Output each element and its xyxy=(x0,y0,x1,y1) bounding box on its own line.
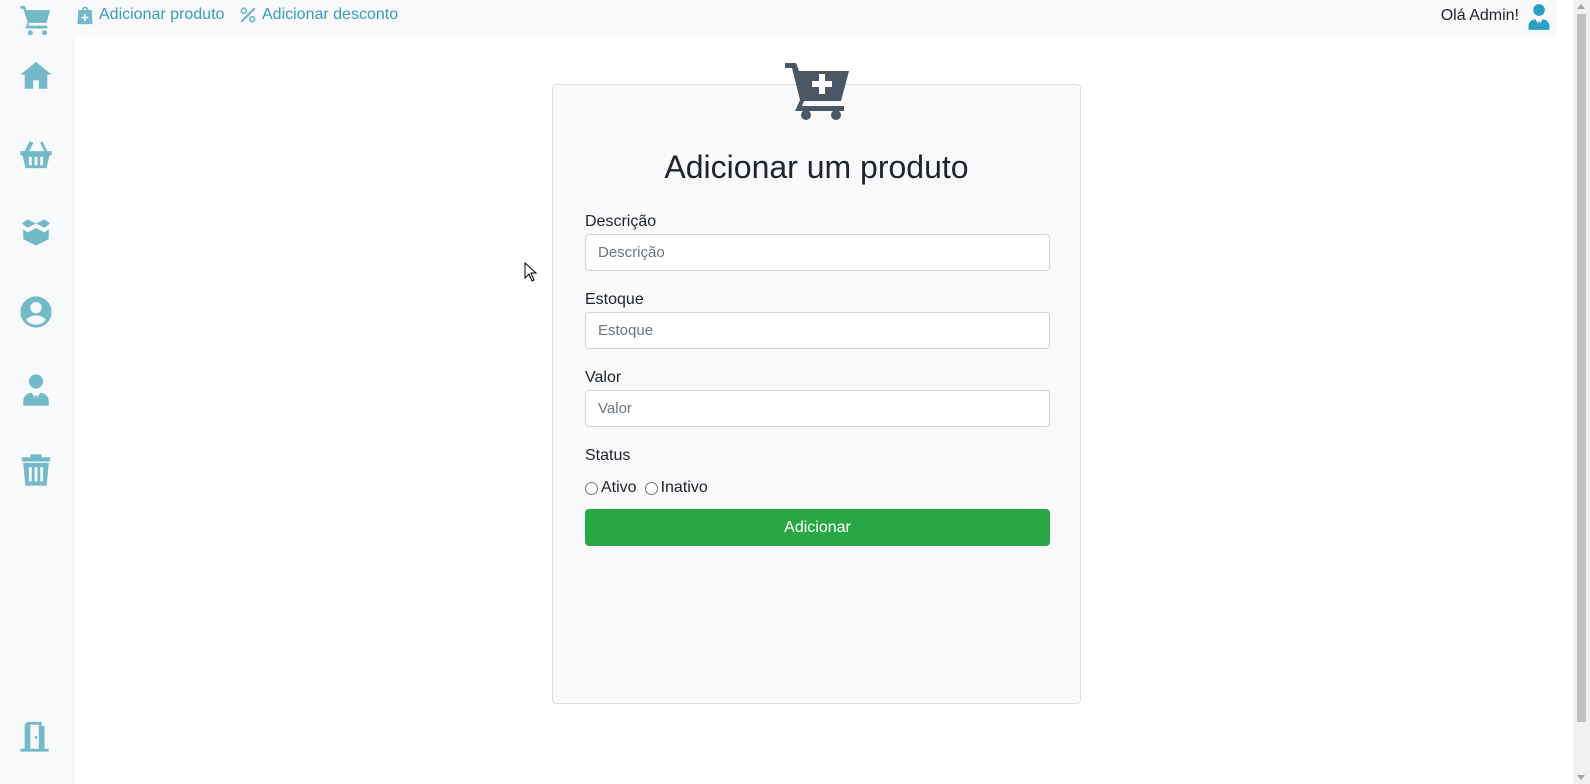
top-navbar: Adicionar produto Adicionar desconto Olá… xyxy=(75,0,1557,36)
mouse-cursor-icon xyxy=(524,261,538,282)
status-radio-group: Ativo Inativo xyxy=(585,479,716,497)
stock-input[interactable] xyxy=(585,312,1050,349)
scroll-thumb[interactable] xyxy=(1577,14,1586,722)
basket-icon[interactable] xyxy=(16,134,56,174)
page-scrollbar[interactable] xyxy=(1573,0,1590,784)
add-discount-link[interactable]: Adicionar desconto xyxy=(238,5,398,25)
home-icon[interactable] xyxy=(16,56,56,96)
status-option-ativo[interactable]: Ativo xyxy=(585,479,637,497)
box-icon[interactable] xyxy=(16,212,56,252)
status-radio-ativo[interactable] xyxy=(585,481,598,495)
door-exit-icon[interactable] xyxy=(16,716,56,756)
cart-plus-icon xyxy=(783,60,851,122)
status-option-ativo-label: Ativo xyxy=(601,479,637,496)
add-product-label: Adicionar produto xyxy=(99,6,225,23)
description-input[interactable] xyxy=(585,234,1050,271)
status-radio-inativo[interactable] xyxy=(644,481,658,495)
add-product-card: Adicionar um produto Descrição Estoque V… xyxy=(552,84,1081,704)
value-label: Valor xyxy=(585,369,622,386)
scroll-down-arrow-icon[interactable] xyxy=(1577,775,1585,780)
status-option-inativo-label: Inativo xyxy=(660,479,708,496)
user-circle-icon[interactable] xyxy=(16,292,56,332)
add-discount-label: Adicionar desconto xyxy=(262,6,399,23)
add-product-link[interactable]: Adicionar produto xyxy=(75,5,224,25)
add-button[interactable]: Adicionar xyxy=(585,509,1050,546)
status-label: Status xyxy=(585,447,631,464)
greeting-text: Olá Admin! xyxy=(1440,7,1519,24)
status-option-inativo[interactable]: Inativo xyxy=(644,479,708,497)
user-tie-icon[interactable] xyxy=(16,370,56,410)
cart-icon[interactable] xyxy=(16,0,56,40)
scroll-up-arrow-icon[interactable] xyxy=(1577,4,1585,9)
trash-icon[interactable] xyxy=(16,450,56,490)
page-title: Adicionar um produto xyxy=(664,149,969,185)
description-label: Descrição xyxy=(585,213,657,230)
shopping-bag-plus-icon xyxy=(77,6,93,25)
user-avatar-icon[interactable] xyxy=(1525,3,1553,31)
value-input[interactable] xyxy=(585,390,1050,427)
percent-icon xyxy=(240,7,256,23)
stock-label: Estoque xyxy=(585,291,644,308)
sidebar xyxy=(0,0,75,784)
